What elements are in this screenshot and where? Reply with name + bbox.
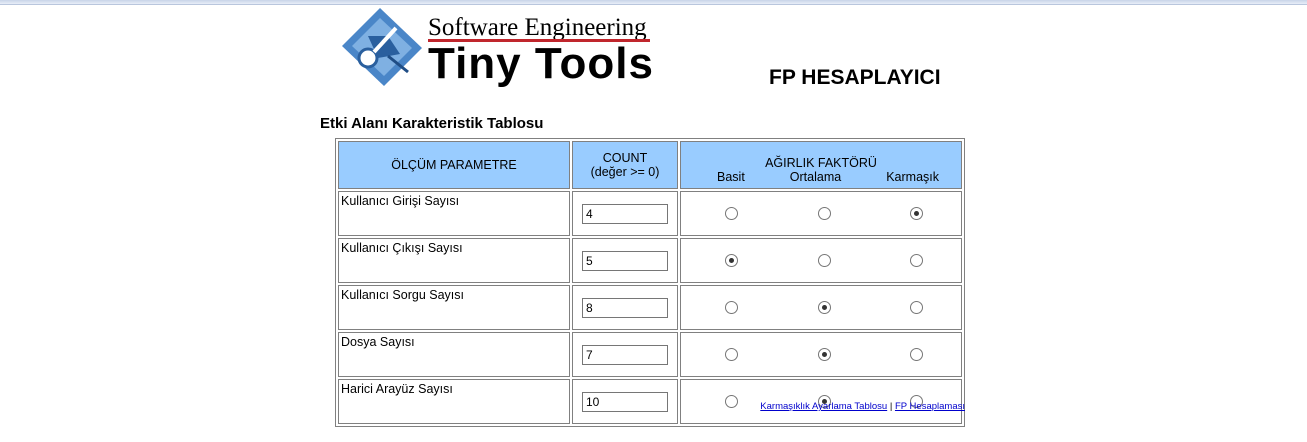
weight-cell: [680, 191, 962, 236]
table-row: Kullanıcı Sorgu Sayısı: [338, 285, 962, 330]
count-input[interactable]: [582, 391, 668, 412]
table-row: Kullanıcı Girişi Sayısı: [338, 191, 962, 236]
weight-avg-radio[interactable]: [817, 254, 831, 267]
header-weight-complex: Karmaşık: [886, 170, 939, 184]
logo: Software Engineering Tiny Tools: [338, 6, 658, 90]
header-row: ÖLÇÜM PARAMETRE COUNT (değer >= 0) AĞIRL…: [338, 141, 962, 189]
weight-complex-radio[interactable]: [910, 207, 923, 220]
header-weight-subs: Basit Ortalama Karmaşık: [681, 170, 961, 184]
count-cell: [572, 332, 678, 377]
weight-complex-radio[interactable]: [910, 348, 923, 361]
weight-avg-radio[interactable]: [817, 348, 831, 361]
count-input[interactable]: [582, 203, 668, 224]
header-count-title: COUNT: [602, 151, 648, 165]
weight-basic-radio[interactable]: [725, 301, 738, 314]
header-weight-basic: Basit: [717, 170, 745, 184]
weight-cell: [680, 285, 962, 330]
param-label: Harici Arayüz Sayısı: [338, 379, 570, 424]
weight-basic-radio[interactable]: [725, 207, 738, 220]
fp-calculation-link[interactable]: FP Hesaplaması: [895, 401, 965, 412]
weight-basic-radio[interactable]: [725, 348, 738, 361]
footer-links: Karmaşıklık Ayarlama Tablosu | FP Hesapl…: [760, 401, 965, 412]
logo-line1: Software Engineering: [428, 14, 647, 41]
weight-cell: [680, 238, 962, 283]
section-title: Etki Alanı Karakteristik Tablosu: [320, 115, 544, 132]
header-param: ÖLÇÜM PARAMETRE: [338, 141, 570, 189]
header-count: COUNT (değer >= 0): [572, 141, 678, 189]
count-cell: [572, 379, 678, 424]
weight-basic-radio[interactable]: [725, 254, 738, 267]
page-title: FP HESAPLAYICI: [769, 66, 941, 89]
count-cell: [572, 285, 678, 330]
header-weight-title: AĞIRLIK FAKTÖRÜ: [765, 156, 877, 170]
param-label: Kullanıcı Çıkışı Sayısı: [338, 238, 570, 283]
weight-complex-radio[interactable]: [910, 301, 923, 314]
count-cell: [572, 191, 678, 236]
count-input[interactable]: [582, 250, 668, 271]
logo-mark-icon: [342, 8, 422, 86]
weight-basic-radio[interactable]: [725, 395, 738, 408]
browser-top-bar: [0, 0, 1307, 5]
complexity-table-link[interactable]: Karmaşıklık Ayarlama Tablosu: [760, 401, 887, 412]
weight-cell: [680, 332, 962, 377]
count-cell: [572, 238, 678, 283]
param-label: Dosya Sayısı: [338, 332, 570, 377]
count-input[interactable]: [582, 344, 668, 365]
header-count-subtitle: (değer >= 0): [590, 165, 660, 179]
param-label: Kullanıcı Girişi Sayısı: [338, 191, 570, 236]
logo-line2: Tiny Tools: [428, 39, 654, 88]
weight-complex-radio[interactable]: [910, 254, 923, 267]
table-row: Dosya Sayısı: [338, 332, 962, 377]
fp-table: ÖLÇÜM PARAMETRE COUNT (değer >= 0) AĞIRL…: [335, 138, 965, 427]
header-weight: AĞIRLIK FAKTÖRÜ Basit Ortalama Karmaşık: [680, 141, 962, 189]
footer-separator: |: [889, 401, 893, 412]
weight-avg-radio[interactable]: [817, 207, 831, 220]
weight-avg-radio[interactable]: [817, 301, 831, 314]
table-row: Kullanıcı Çıkışı Sayısı: [338, 238, 962, 283]
header-weight-avg: Ortalama: [789, 170, 842, 184]
param-label: Kullanıcı Sorgu Sayısı: [338, 285, 570, 330]
count-input[interactable]: [582, 297, 668, 318]
